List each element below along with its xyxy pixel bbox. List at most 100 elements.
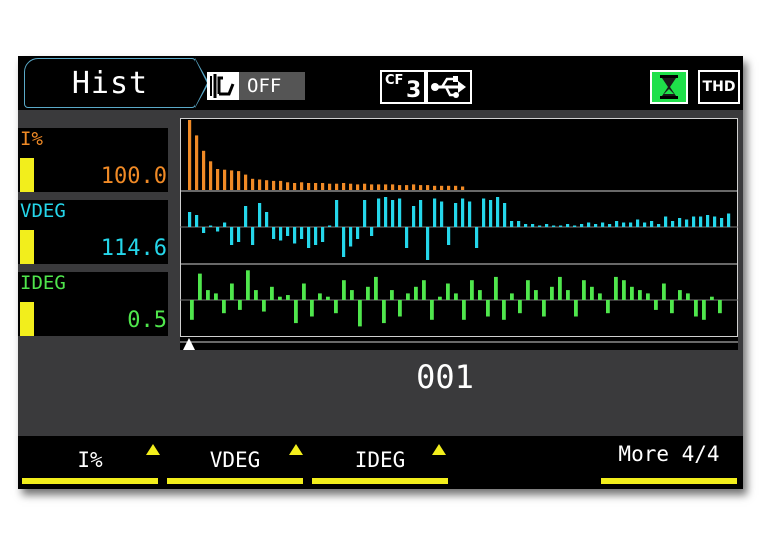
cursor-icon xyxy=(207,72,239,100)
bar-i-percent xyxy=(412,184,416,190)
bar-vdeg xyxy=(244,206,248,227)
cursor-state: OFF xyxy=(239,72,305,100)
bar-vdeg xyxy=(622,222,626,227)
bar-vdeg xyxy=(594,224,598,227)
bar-vdeg xyxy=(538,225,542,227)
bar-ideg xyxy=(614,276,618,300)
bar-ideg xyxy=(534,290,538,300)
bar-i-percent xyxy=(328,183,332,190)
bar-ideg xyxy=(502,300,506,320)
bar-vdeg xyxy=(475,227,479,248)
bar-ideg xyxy=(670,300,674,314)
bar-ideg xyxy=(262,300,266,312)
bar-i-percent xyxy=(321,183,325,190)
bar-i-percent xyxy=(363,183,367,190)
bar-i-percent xyxy=(188,120,192,190)
channel-i-percent: I% 100.0 xyxy=(18,128,168,192)
bar-ideg xyxy=(518,300,522,314)
softkey-label: More 4/4 xyxy=(618,442,720,466)
bar-vdeg xyxy=(601,222,605,227)
bar-ideg xyxy=(478,290,482,300)
bar-vdeg xyxy=(510,221,514,227)
bar-vdeg xyxy=(209,225,213,227)
bar-ideg xyxy=(486,300,490,317)
bar-ideg xyxy=(582,280,586,300)
bar-ideg xyxy=(214,293,218,300)
bar-ideg xyxy=(662,283,666,300)
bar-vdeg xyxy=(552,225,556,227)
channel-name: IDEG xyxy=(20,272,66,294)
bar-vdeg xyxy=(384,197,388,227)
bar-ideg xyxy=(710,296,714,300)
bar-ideg xyxy=(550,286,554,300)
bar-i-percent xyxy=(279,180,283,190)
bar-ideg xyxy=(718,300,722,314)
bar-vdeg xyxy=(370,227,374,236)
bar-vdeg xyxy=(447,227,451,245)
cursor-indicator[interactable]: OFF xyxy=(207,72,305,100)
bar-vdeg xyxy=(664,216,668,227)
bar-vdeg xyxy=(692,216,696,227)
bar-ideg xyxy=(398,300,402,317)
bar-i-percent xyxy=(384,184,388,190)
softkey-vdeg[interactable]: VDEG xyxy=(167,436,303,484)
bar-i-percent xyxy=(202,150,206,190)
bar-ideg xyxy=(574,300,578,317)
bar-vdeg xyxy=(678,218,682,227)
bar-vdeg xyxy=(650,221,654,227)
bar-vdeg xyxy=(454,203,458,227)
bar-ideg xyxy=(270,286,274,300)
bar-ideg xyxy=(678,290,682,300)
bar-ideg xyxy=(342,280,346,300)
histogram-plot[interactable] xyxy=(180,118,738,350)
bar-ideg xyxy=(558,276,562,300)
channel-marker xyxy=(20,302,34,336)
bar-ideg xyxy=(606,300,610,314)
bar-vdeg xyxy=(685,219,689,227)
bar-ideg xyxy=(702,300,706,320)
bar-i-percent xyxy=(335,183,339,190)
channel-value: 114.6 xyxy=(100,236,167,261)
bar-ideg xyxy=(190,300,194,320)
bar-vdeg xyxy=(440,201,444,227)
softkey-i-percent[interactable]: I% xyxy=(22,436,160,484)
bar-i-percent xyxy=(237,171,241,190)
bar-i-percent xyxy=(440,185,444,190)
bar-i-percent xyxy=(293,183,297,190)
channel-marker xyxy=(20,158,34,192)
channel-marker xyxy=(20,230,34,264)
bar-i-percent xyxy=(223,169,227,190)
bar-ideg xyxy=(302,283,306,300)
bar-ideg xyxy=(422,280,426,300)
bar-vdeg xyxy=(279,227,283,241)
bar-vdeg xyxy=(251,227,255,245)
bar-vdeg xyxy=(580,224,584,227)
softkey-label: IDEG xyxy=(354,448,406,472)
triangle-up-icon xyxy=(289,444,303,455)
bar-vdeg xyxy=(727,213,731,227)
channel-value: 0.5 xyxy=(127,308,167,333)
bar-i-percent xyxy=(286,182,290,190)
bar-ideg xyxy=(654,300,658,310)
bar-vdeg xyxy=(349,227,353,247)
cf-label: CF xyxy=(385,73,404,88)
softkey-more[interactable]: More 4/4 xyxy=(601,436,737,484)
softkey-ideg[interactable]: IDEG xyxy=(312,436,448,484)
softkey-underline xyxy=(312,478,448,484)
bar-ideg xyxy=(326,296,330,300)
cf-card-icon: CF 3 xyxy=(380,70,426,104)
bar-ideg xyxy=(430,300,434,320)
channel-vdeg: VDEG 114.6 xyxy=(18,200,168,264)
bar-vdeg xyxy=(629,222,633,227)
bar-ideg xyxy=(390,290,394,300)
bar-ideg xyxy=(622,280,626,300)
thd-badge: THD xyxy=(698,70,740,104)
bar-vdeg xyxy=(608,224,612,227)
bar-vdeg xyxy=(363,200,367,227)
bar-vdeg xyxy=(482,198,486,227)
page-title-tab[interactable]: Hist xyxy=(24,58,209,108)
bar-i-percent xyxy=(349,183,353,190)
bar-vdeg xyxy=(412,206,416,227)
bar-vdeg xyxy=(223,222,227,227)
bar-vdeg xyxy=(398,198,402,227)
